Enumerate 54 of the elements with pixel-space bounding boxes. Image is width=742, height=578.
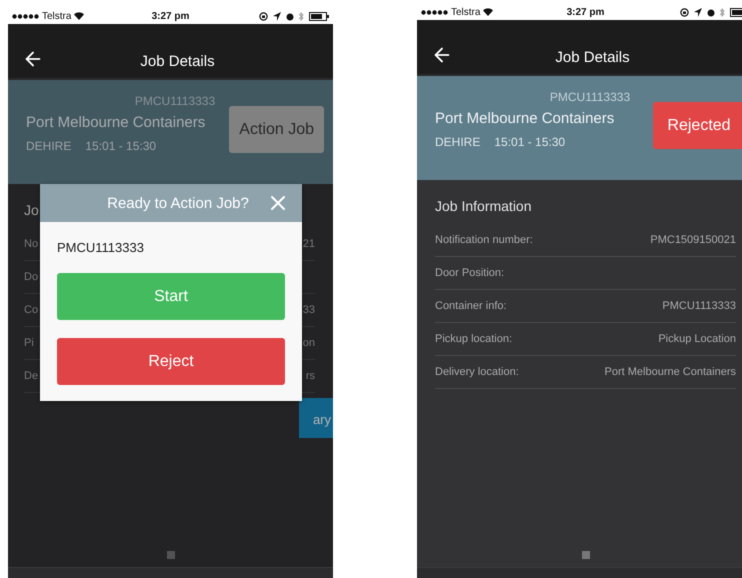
time-window: 15:01 - 15:30: [494, 135, 566, 149]
field-value: 21: [302, 238, 315, 250]
field-label: De: [24, 370, 38, 382]
signal-dots-icon: [421, 10, 448, 14]
job-status-button[interactable]: Action Job: [229, 106, 324, 153]
status-time: 3:27 pm: [566, 6, 604, 18]
field-value: 33: [302, 304, 315, 316]
field-label: Door Position:: [435, 267, 504, 279]
home-indicator: [166, 551, 174, 559]
home-indicator: [582, 551, 590, 559]
dialog-button[interactable]: Start: [57, 273, 285, 320]
field-label: Container info:: [435, 300, 507, 312]
job-status-button[interactable]: Rejected: [653, 102, 742, 149]
section-heading: Jo: [24, 202, 39, 218]
field-label: No: [24, 238, 38, 250]
carrier-name: Telstra: [451, 6, 480, 18]
dialog-title: Ready to Action Job?: [107, 194, 249, 212]
lock-rotation-icon: [680, 8, 689, 16]
lock-rotation-icon: [259, 12, 268, 20]
wifi-icon: [74, 12, 84, 20]
section-heading: Job Information: [435, 198, 532, 214]
field-value: Pickup Location: [658, 333, 736, 345]
signal-dots-icon: [12, 14, 39, 18]
field-label: Co: [24, 304, 38, 316]
dialog-button[interactable]: Reject: [57, 338, 285, 385]
customer-name: Port Melbourne Containers: [435, 110, 614, 127]
customer-name: Port Melbourne Containers: [26, 114, 206, 131]
carrier-name: Telstra: [42, 10, 72, 22]
bottom-action-button[interactable]: ary: [299, 398, 333, 438]
field-label: Do: [24, 271, 38, 283]
field-value: PMC1509150021: [650, 234, 736, 246]
status-time: 3:27 pm: [152, 10, 190, 22]
field-value: on: [302, 337, 315, 349]
field-value: Port Melbourne Containers: [604, 366, 736, 378]
bluetooth-icon: [720, 8, 725, 16]
field-label: Delivery location:: [435, 366, 519, 378]
screen-title: Job Details: [555, 49, 630, 66]
container-number: PMCU1113333: [548, 90, 632, 104]
job-type: DEHIRE: [435, 135, 480, 149]
screen-title: Job Details: [140, 53, 215, 70]
bluetooth-icon: [299, 12, 304, 20]
location-arrow-icon: [273, 12, 281, 20]
time-window: 15:01 - 15:30: [85, 139, 156, 153]
wifi-icon: [483, 8, 494, 16]
field-label: Notification number:: [435, 234, 533, 246]
field-value: PMCU1113333: [662, 300, 736, 312]
container-number: PMCU1113333: [134, 94, 216, 108]
battery-icon: [309, 12, 329, 20]
field-value: rs: [306, 370, 315, 382]
field-label: Pickup location:: [435, 333, 512, 345]
field-label: Pi: [24, 337, 34, 349]
job-type: DEHIRE: [26, 139, 72, 153]
location-arrow-icon: [694, 8, 702, 16]
dialog-container-number: PMCU1113333: [57, 240, 145, 255]
